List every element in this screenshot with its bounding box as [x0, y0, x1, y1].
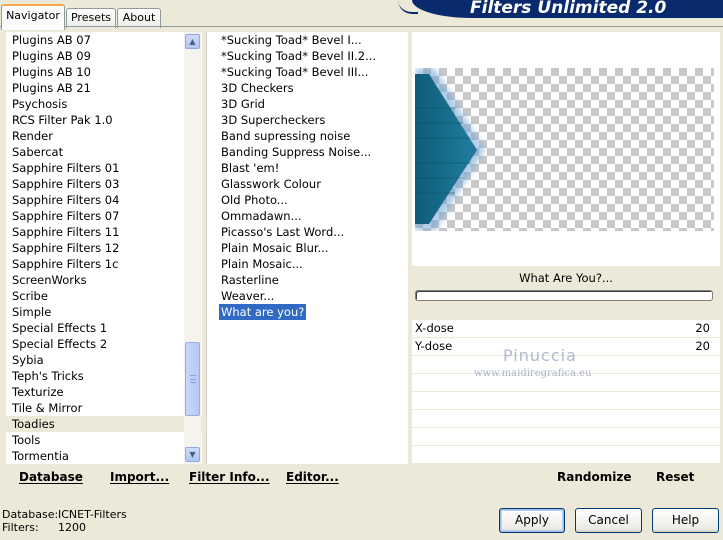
tab-about[interactable]: About: [117, 8, 161, 28]
category-item[interactable]: Simple: [6, 304, 202, 320]
category-item[interactable]: Plugins AB 09: [6, 48, 202, 64]
category-item[interactable]: Psychosis: [6, 96, 202, 112]
app-banner: Filters Unlimited 2.0: [412, 0, 723, 18]
filter-item[interactable]: Band supressing noise: [207, 128, 408, 144]
category-list[interactable]: Plugins AB 07 Plugins AB 09 Plugins AB 10 P…: [6, 32, 202, 464]
category-item[interactable]: Sapphire Filters 04: [6, 192, 202, 208]
param-name: X-dose: [415, 321, 454, 335]
param-row-empty: [412, 446, 720, 464]
param-value[interactable]: 20: [695, 338, 710, 355]
status-filters-value: 1200: [58, 521, 86, 534]
filter-item[interactable]: 3D Supercheckers: [207, 112, 408, 128]
category-item[interactable]: Sapphire Filters 03: [6, 176, 202, 192]
reset-button[interactable]: Reset: [656, 470, 694, 484]
param-row-empty: [412, 392, 720, 410]
status-database-value: ICNET-Filters: [58, 508, 127, 521]
randomize-button[interactable]: Randomize: [557, 470, 631, 484]
param-row-empty: [412, 410, 720, 428]
category-scrollbar[interactable]: ▲ ▼: [184, 32, 201, 464]
status-info: Database: ICNET-Filters Filters: 1200: [2, 508, 127, 534]
category-item[interactable]: Toadies: [6, 416, 202, 432]
category-item[interactable]: Plugins AB 07: [6, 32, 202, 48]
progress-bar: [415, 290, 713, 301]
filter-item-selected-label: What are you?: [219, 304, 307, 320]
filter-info-button[interactable]: Filter Info...: [189, 470, 270, 484]
filter-title: What Are You?...: [519, 271, 613, 285]
scroll-up-button[interactable]: ▲: [185, 34, 200, 49]
category-item[interactable]: Teph's Tricks: [6, 368, 202, 384]
param-row-empty: [412, 428, 720, 446]
editor-button[interactable]: Editor...: [286, 470, 339, 484]
watermark-name: Pinuccia: [503, 346, 577, 365]
watermark-url: www.maidiregrafica.eu: [474, 368, 592, 379]
apply-button[interactable]: Apply: [499, 508, 565, 533]
category-item[interactable]: Sapphire Filters 01: [6, 160, 202, 176]
category-item[interactable]: Special Effects 2: [6, 336, 202, 352]
parameter-list: X-dose 20 Y-dose 20: [412, 320, 720, 464]
preview-image[interactable]: [415, 68, 714, 231]
status-database-label: Database:: [2, 508, 59, 521]
preview-shape: [415, 68, 485, 231]
scroll-grip-icon: [190, 375, 196, 383]
filter-item[interactable]: Blast 'em!: [207, 160, 408, 176]
category-item[interactable]: Sabercat: [6, 144, 202, 160]
scroll-thumb[interactable]: [185, 342, 200, 416]
filter-item[interactable]: *Sucking Toad* Bevel II.2...: [207, 48, 408, 64]
category-item[interactable]: Tile & Mirror: [6, 400, 202, 416]
filter-item[interactable]: *Sucking Toad* Bevel I...: [207, 32, 408, 48]
category-item[interactable]: Tormentia: [6, 448, 202, 464]
filter-item[interactable]: Ommadawn...: [207, 208, 408, 224]
category-item[interactable]: Texturize: [6, 384, 202, 400]
help-button[interactable]: Help: [652, 508, 719, 533]
filter-item[interactable]: Plain Mosaic Blur...: [207, 240, 408, 256]
category-item[interactable]: Special Effects 1: [6, 320, 202, 336]
category-item[interactable]: RCS Filter Pak 1.0: [6, 112, 202, 128]
category-item[interactable]: Plugins AB 21: [6, 80, 202, 96]
category-item[interactable]: ScreenWorks: [6, 272, 202, 288]
cancel-button[interactable]: Cancel: [575, 508, 642, 533]
param-row-x-dose[interactable]: X-dose 20: [412, 320, 720, 338]
tab-presets[interactable]: Presets: [66, 8, 116, 28]
category-item[interactable]: Plugins AB 10: [6, 64, 202, 80]
import-button[interactable]: Import...: [110, 470, 169, 484]
filter-item[interactable]: Picasso's Last Word...: [207, 224, 408, 240]
status-filters-label: Filters:: [2, 521, 39, 534]
scroll-down-button[interactable]: ▼: [185, 447, 200, 462]
filter-item[interactable]: 3D Grid: [207, 96, 408, 112]
filter-list[interactable]: *Sucking Toad* Bevel I... *Sucking Toad* …: [206, 32, 408, 464]
category-item[interactable]: Sapphire Filters 07: [6, 208, 202, 224]
database-button[interactable]: Database: [19, 470, 83, 484]
filter-item[interactable]: 3D Checkers: [207, 80, 408, 96]
category-item[interactable]: Sybia: [6, 352, 202, 368]
category-item[interactable]: Render: [6, 128, 202, 144]
filter-item[interactable]: What are you?: [207, 304, 408, 320]
filter-item[interactable]: Weaver...: [207, 288, 408, 304]
category-item[interactable]: Sapphire Filters 11: [6, 224, 202, 240]
banner-title: Filters Unlimited 2.0: [470, 0, 667, 18]
filter-item[interactable]: Old Photo...: [207, 192, 408, 208]
param-value[interactable]: 20: [695, 320, 710, 337]
preview-panel: [412, 32, 720, 266]
category-item[interactable]: Tools: [6, 432, 202, 448]
param-name: Y-dose: [415, 339, 453, 353]
filter-item[interactable]: Plain Mosaic...: [207, 256, 408, 272]
tab-navigator[interactable]: Navigator: [1, 4, 65, 30]
filter-item[interactable]: *Sucking Toad* Bevel III...: [207, 64, 408, 80]
category-item[interactable]: Sapphire Filters 12: [6, 240, 202, 256]
category-item[interactable]: Sapphire Filters 1c: [6, 256, 202, 272]
filter-item[interactable]: Glasswork Colour: [207, 176, 408, 192]
filter-item[interactable]: Banding Suppress Noise...: [207, 144, 408, 160]
filter-item[interactable]: Rasterline: [207, 272, 408, 288]
category-item[interactable]: Scribe: [6, 288, 202, 304]
